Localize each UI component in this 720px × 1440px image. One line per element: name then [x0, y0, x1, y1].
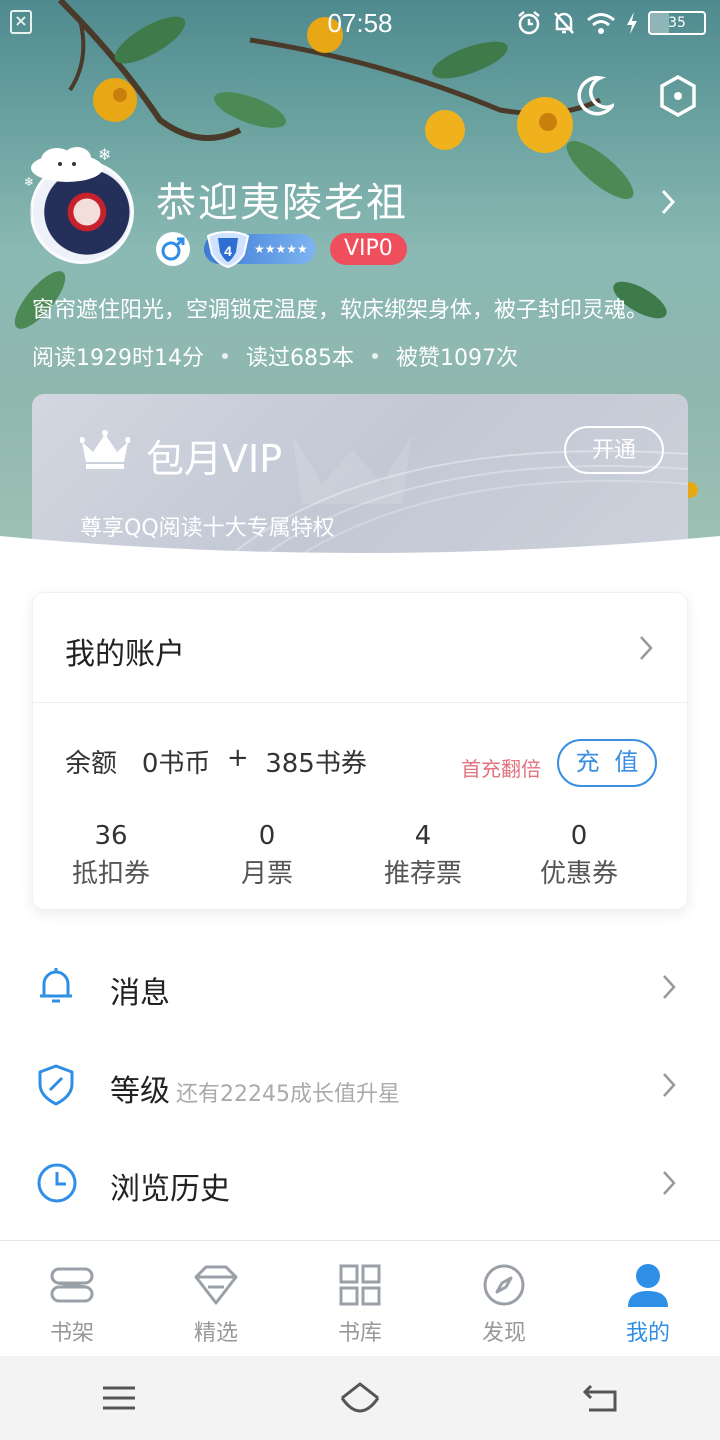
menu-label: 等级 还有22245成长值升星 [110, 1074, 400, 1109]
ticket-coupon[interactable]: 0 优惠券 [501, 821, 657, 890]
username[interactable]: 恭迎夷陵老祖 [156, 170, 408, 228]
wifi-icon [587, 13, 615, 34]
balance-label: 余额 [65, 749, 118, 779]
first-charge-promo: 首充翻倍 [461, 757, 541, 781]
stats-separator [371, 353, 378, 359]
stats-separator [221, 353, 228, 359]
profile-header: × 07:58 35 ❄ ❄ 恭迎夷陵老祖 4 ★★★★★ VIP0 窗帘遮住阳… [0, 0, 720, 560]
bell-icon [40, 968, 72, 1003]
level-progress-text: 还有22245成长值升星 [176, 1082, 400, 1107]
status-bar: × 07:58 35 [0, 0, 720, 46]
ticket-value: 4 [414, 821, 432, 851]
battery-level: 35 [668, 15, 686, 31]
reading-time: 阅读1929时14分 [32, 346, 204, 371]
nav-featured[interactable]: 精选 [144, 1241, 288, 1356]
menu-item-messages[interactable]: 消息 [0, 936, 720, 1034]
system-nav-bar [0, 1356, 720, 1440]
vip-level-badge[interactable]: VIP0 [330, 233, 407, 265]
charging-icon [627, 12, 637, 34]
level-number: 4 [224, 243, 232, 259]
chevron-right-icon [663, 1171, 676, 1195]
compass-icon [483, 1264, 525, 1306]
my-account-row[interactable]: 我的账户 [33, 593, 687, 703]
ticket-recommend[interactable]: 4 推荐票 [345, 821, 501, 890]
person-icon [628, 1264, 668, 1307]
ticket-label: 优惠券 [539, 859, 618, 889]
header-curve [0, 536, 720, 560]
alarm-icon [518, 11, 540, 35]
bottom-nav: 书架 精选 书库 发现 我的 [0, 1240, 720, 1356]
settings-hexagon-icon[interactable] [658, 74, 698, 118]
header-actions [574, 74, 698, 118]
level-shield-icon: 4 [206, 230, 250, 268]
nav-me[interactable]: 我的 [576, 1241, 720, 1356]
nav-label: 书架 [49, 1321, 94, 1346]
shield-icon [38, 1064, 74, 1106]
voucher-balance: 385书券 [265, 749, 367, 779]
clock-icon [37, 1163, 77, 1203]
svg-text:❄: ❄ [98, 145, 111, 164]
level-badge[interactable]: 4 ★★★★★ [204, 230, 316, 268]
recharge-button[interactable]: 充 值 [557, 739, 657, 787]
vip-open-button[interactable]: 开通 [564, 426, 664, 474]
chevron-right-icon [663, 1073, 676, 1097]
status-icons: 35 [516, 10, 706, 36]
menu-item-history[interactable]: 浏览历史 [0, 1132, 720, 1230]
ticket-value: 36 [94, 821, 128, 851]
nav-label: 发现 [481, 1321, 526, 1346]
ticket-stats: 36 抵扣券 0 月票 4 推荐票 0 优惠券 [33, 821, 687, 890]
crown-icon [80, 430, 130, 469]
battery-icon: 35 [648, 11, 706, 35]
ticket-value: 0 [570, 821, 588, 851]
grid-icon [339, 1264, 381, 1306]
ticket-label: 抵扣券 [71, 859, 150, 889]
likes-count: 被赞1097次 [395, 346, 518, 371]
menu-icon[interactable] [99, 1382, 139, 1414]
nav-label: 书库 [337, 1321, 382, 1346]
ticket-deduction[interactable]: 36 抵扣券 [33, 821, 189, 890]
user-signature: 窗帘遮住阳光，空调锁定温度，软床绑架身体，被子封印灵魂。 [32, 298, 649, 323]
nav-discover[interactable]: 发现 [432, 1241, 576, 1356]
menu-label: 消息 [110, 976, 170, 1011]
level-stars: ★★★★★ [254, 242, 308, 256]
avatar-cloud-decoration: ❄ ❄ [24, 145, 111, 189]
ticket-monthly[interactable]: 0 月票 [189, 821, 345, 890]
home-icon[interactable] [338, 1380, 382, 1416]
nav-label: 我的 [625, 1321, 670, 1346]
chevron-right-icon [663, 975, 676, 999]
books-read: 读过685本 [245, 346, 354, 371]
chevron-right-icon[interactable] [660, 188, 676, 216]
ticket-label: 推荐票 [383, 859, 462, 889]
vip-card-title: 包月VIP [146, 437, 283, 481]
chevron-right-icon [640, 636, 653, 660]
svg-text:❄: ❄ [24, 175, 34, 189]
user-stats: 阅读1929时14分 读过685本 被赞1097次 [32, 340, 518, 372]
menu-label: 浏览历史 [110, 1172, 230, 1207]
coin-balance: 0书币 [141, 749, 211, 779]
my-account-title: 我的账户 [65, 637, 185, 672]
bookshelf-icon [50, 1267, 94, 1303]
back-icon[interactable] [581, 1382, 621, 1414]
menu-item-level[interactable]: 等级 还有22245成长值升星 [0, 1034, 720, 1132]
male-gender-icon [156, 232, 190, 266]
balance-plus: + [226, 743, 249, 773]
nav-library[interactable]: 书库 [288, 1241, 432, 1356]
nav-label: 精选 [193, 1321, 238, 1346]
ticket-label: 月票 [240, 859, 293, 889]
account-card: 我的账户 余额 0书币 + 385书券 首充翻倍 充 值 36 抵扣券 0 月票… [32, 592, 688, 910]
diamond-icon [194, 1265, 238, 1305]
user-badges: 4 ★★★★★ VIP0 [156, 230, 407, 268]
nav-bookshelf[interactable]: 书架 [0, 1241, 144, 1356]
ticket-value: 0 [258, 821, 276, 851]
night-mode-moon-icon[interactable] [574, 74, 614, 118]
mute-bell-icon [554, 12, 574, 34]
balance-row: 余额 0书币 + 385书券 [65, 743, 367, 780]
